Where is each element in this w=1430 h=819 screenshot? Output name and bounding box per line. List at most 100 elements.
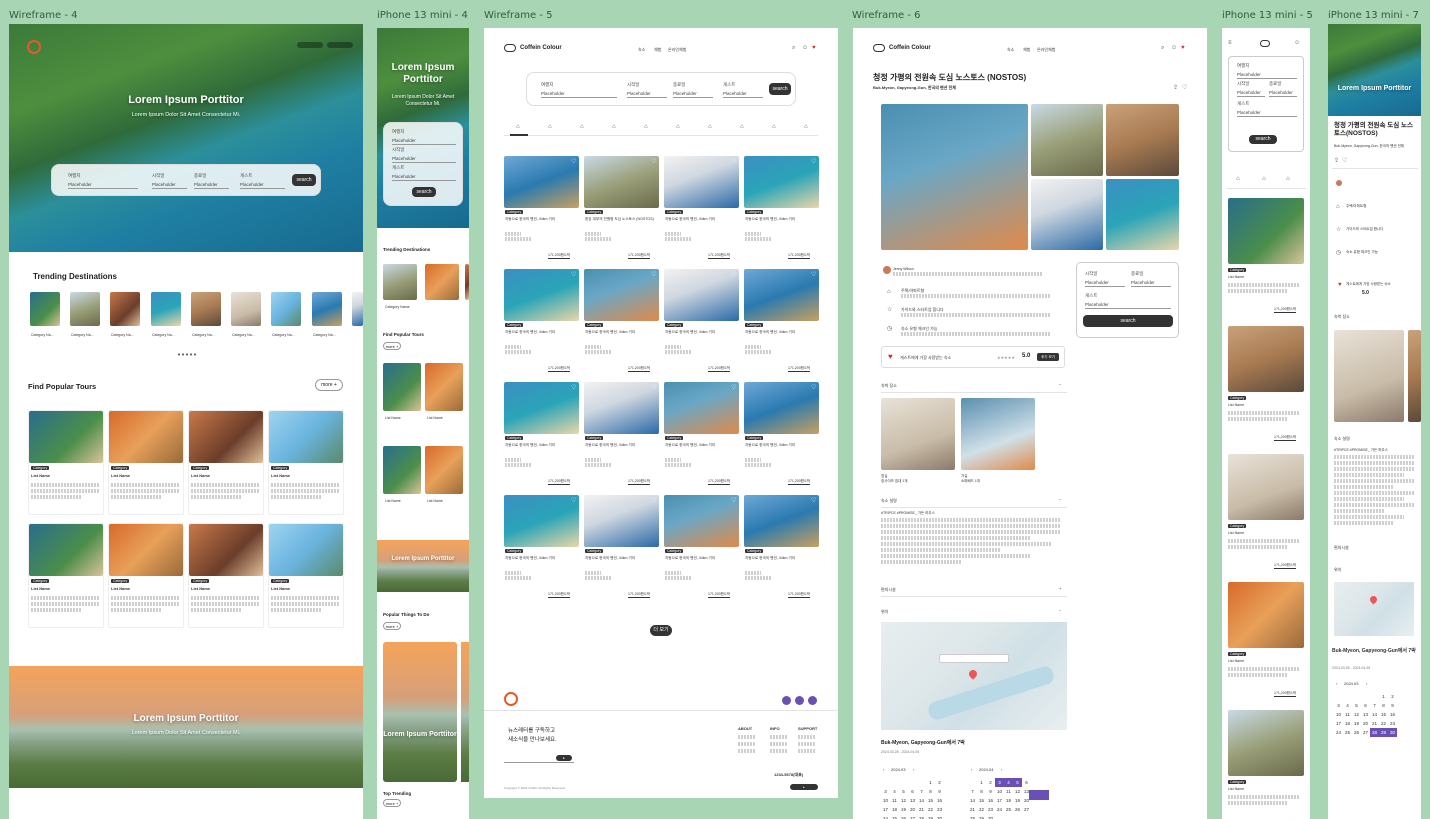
instagram-icon[interactable] xyxy=(795,696,804,705)
calendar-day[interactable]: 7 xyxy=(968,787,977,796)
trending-thumb[interactable] xyxy=(312,292,342,326)
calendar-day[interactable]: 2 xyxy=(986,778,995,787)
heart-icon[interactable]: ♡ xyxy=(651,385,656,391)
calendar-day[interactable] xyxy=(1334,692,1343,701)
heart-icon[interactable]: ♡ xyxy=(811,385,816,391)
calendar-day[interactable]: 20 xyxy=(908,805,917,814)
calendar-day[interactable]: 22 xyxy=(926,805,935,814)
start-date-field[interactable]: 시작일 Placeholder xyxy=(627,82,667,98)
category-tab-icon[interactable]: ⌂ xyxy=(1236,176,1240,182)
category-tab-icon[interactable]: ⌂ xyxy=(1286,176,1290,182)
listing-card[interactable]: CategoryList Name171,200원/1박 xyxy=(1228,710,1304,819)
collapse-icon[interactable]: − xyxy=(1059,608,1061,613)
trending-thumb[interactable] xyxy=(425,264,459,300)
heart-icon[interactable]: ♡ xyxy=(1182,85,1187,91)
calendar-day[interactable] xyxy=(995,814,1004,819)
calendar-day[interactable]: 10 xyxy=(1334,710,1343,719)
calendar-day[interactable]: 27 xyxy=(908,814,917,819)
tour-image[interactable] xyxy=(425,363,463,411)
calendar-day[interactable]: 23 xyxy=(986,805,995,814)
listing-card[interactable]: ♡ Category 자동으로 한국의 펜션, 44km 거리 171,200원/1박 xyxy=(584,382,660,488)
listing-card[interactable]: ♡ Category 자동으로 한국의 펜션, 44km 거리 171,200원/1박 xyxy=(664,156,740,262)
calendar-day[interactable]: 16 xyxy=(1388,710,1397,719)
calendar-day[interactable]: 9 xyxy=(935,787,944,796)
search-button[interactable]: search xyxy=(1249,135,1277,144)
category-tab-icon[interactable]: ⌂ xyxy=(772,124,776,130)
more-button[interactable]: more + xyxy=(315,379,343,391)
search-button[interactable]: search xyxy=(292,174,316,186)
section-rooms[interactable]: 숙박 장소 xyxy=(1334,314,1350,320)
calendar-day[interactable]: 30 xyxy=(935,814,944,819)
guest-field[interactable]: 게스트 Placeholder xyxy=(1237,101,1297,117)
tour-card[interactable]: Category List Name xyxy=(188,410,264,515)
start-date-field[interactable]: 시작일 Placeholder xyxy=(1237,81,1265,97)
listing-card[interactable]: ♡ Category 자동으로 한국의 펜션, 44km 거리 171,200원/1박 xyxy=(584,495,660,601)
end-date-field[interactable]: 종료일 Placeholder xyxy=(194,173,229,189)
next-month-icon[interactable]: › xyxy=(913,767,914,772)
section-description[interactable]: 숙소 설명 xyxy=(881,498,897,504)
destination-field[interactable]: 여행지 Placeholder xyxy=(541,82,617,98)
calendar-day[interactable]: 1 xyxy=(977,778,986,787)
facebook-icon[interactable] xyxy=(808,696,817,705)
trending-thumb[interactable] xyxy=(70,292,100,326)
calendar-day[interactable]: 18 xyxy=(890,805,899,814)
tour-image[interactable] xyxy=(383,363,421,411)
tour-card[interactable]: Category List Name xyxy=(188,523,264,628)
end-date-field[interactable]: 종료일 Placeholder xyxy=(673,82,713,98)
calendar-day[interactable]: 12 xyxy=(899,796,908,805)
calendar-day[interactable]: 2 xyxy=(1388,692,1397,701)
heart-icon[interactable]: ♡ xyxy=(571,498,576,504)
calendar-day[interactable]: 21 xyxy=(1370,719,1379,728)
listing-card[interactable]: CategoryList Name171,200원/1박 xyxy=(1228,198,1304,320)
calendar-day[interactable]: 15 xyxy=(926,796,935,805)
calendar-day[interactable] xyxy=(908,778,917,787)
subscribe-button[interactable]: ▸ xyxy=(556,755,572,761)
calendar-day[interactable]: 17 xyxy=(995,796,1004,805)
calendar-day[interactable]: 10 xyxy=(995,787,1004,796)
listing-card[interactable]: ♡ Category 자동으로 한국의 펜션, 44km 거리 171,200원/1박 xyxy=(504,495,580,601)
collapse-icon[interactable]: − xyxy=(1059,497,1061,502)
nav-item[interactable]: 체험 xyxy=(1023,47,1030,53)
gallery-image[interactable] xyxy=(1106,179,1179,250)
calendar-day[interactable]: 10 xyxy=(881,796,890,805)
calendar-day[interactable]: 22 xyxy=(977,805,986,814)
listing-card[interactable]: ♡ Category 자동으로 한국의 펜션, 44km 거리 171,200원/1박 xyxy=(504,269,580,375)
listing-card[interactable]: ♡ Category 자동으로 한국의 펜션, 44km 거리 171,200원/1박 xyxy=(744,382,820,488)
calendar-day[interactable]: 19 xyxy=(899,805,908,814)
calendar-day[interactable]: 29 xyxy=(926,814,935,819)
calendar-day[interactable]: 30 xyxy=(986,814,995,819)
calendar-day[interactable]: 27 xyxy=(1361,728,1370,737)
calendar-day[interactable]: 16 xyxy=(986,796,995,805)
gallery-image[interactable] xyxy=(1031,104,1103,176)
calendar-day[interactable]: 19 xyxy=(1352,719,1361,728)
tour-card[interactable]: Category List Name xyxy=(268,523,344,628)
calendar-day[interactable]: 5 xyxy=(1352,701,1361,710)
calendar-day[interactable] xyxy=(899,778,908,787)
calendar-day[interactable]: 16 xyxy=(935,796,944,805)
calendar-day[interactable]: 8 xyxy=(1379,701,1388,710)
start-date-field[interactable]: 시작일 Placeholder xyxy=(152,173,187,189)
location-map[interactable] xyxy=(1334,582,1414,636)
calendar-day[interactable]: 24 xyxy=(881,814,890,819)
brand-logo-icon[interactable] xyxy=(873,44,885,52)
calendar-day[interactable]: 4 xyxy=(1004,778,1013,787)
heart-icon[interactable]: ♡ xyxy=(571,385,576,391)
next-month-icon[interactable]: › xyxy=(1366,681,1367,686)
calendar-day[interactable]: 5 xyxy=(899,787,908,796)
calendar-day[interactable]: 17 xyxy=(1334,719,1343,728)
calendar-day[interactable]: 8 xyxy=(977,787,986,796)
destination-field[interactable]: 여행지 Placeholder xyxy=(1237,63,1297,79)
search-button[interactable]: search xyxy=(769,83,791,95)
calendar-day[interactable]: 6 xyxy=(1022,778,1031,787)
category-tab-icon[interactable]: ⌂ xyxy=(548,124,552,130)
calendar-day[interactable]: 13 xyxy=(1361,710,1370,719)
calendar-day[interactable]: 18 xyxy=(1004,796,1013,805)
heart-icon[interactable]: ♡ xyxy=(731,272,736,278)
listing-card[interactable]: CategoryList Name171,200원/1박 xyxy=(1228,326,1304,448)
calendar-day[interactable]: 9 xyxy=(986,787,995,796)
calendar-day[interactable]: 24 xyxy=(995,805,1004,814)
reviews-button[interactable]: 후기 보기 xyxy=(1037,353,1059,361)
calendar-day[interactable]: 12 xyxy=(1352,710,1361,719)
gallery-image[interactable] xyxy=(1106,104,1179,176)
collapse-icon[interactable]: − xyxy=(1059,382,1061,387)
